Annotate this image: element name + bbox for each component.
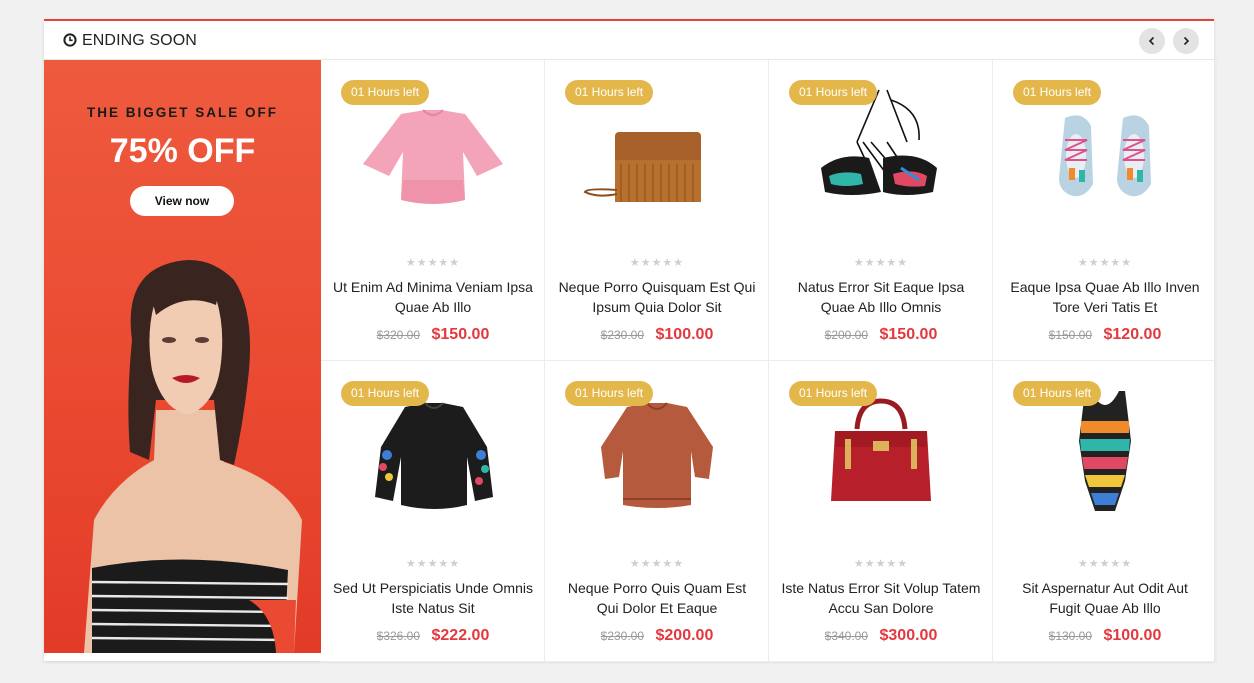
price-row: $200.00 $150.00 [769, 326, 993, 344]
promo-discount: 75% OFF [109, 132, 256, 170]
price-row: $230.00 $200.00 [545, 627, 769, 645]
time-left-badge: 01 Hours left [1013, 80, 1102, 105]
product-card[interactable]: 01 Hours left ★★★★★ Neque Porro Quis Qua… [545, 361, 769, 662]
section-title: ENDING SOON [82, 32, 197, 49]
time-left-badge: 01 Hours left [789, 381, 878, 406]
promo-banner: THE BIGGET SALE OFF 75% OFF View now [44, 60, 321, 653]
old-price: $130.00 [1048, 629, 1093, 643]
time-left-badge: 01 Hours left [565, 381, 654, 406]
sale-price: $150.00 [431, 326, 490, 343]
product-card[interactable]: 01 Hours left ★★★★★ Eaque Ipsa Quae Ab I… [993, 60, 1217, 361]
time-left-badge: 01 Hours left [789, 80, 878, 105]
rating-stars: ★★★★★ [853, 257, 909, 269]
old-price: $230.00 [600, 629, 645, 643]
rating-stars: ★★★★★ [629, 558, 685, 570]
product-name[interactable]: Iste Natus Error Sit Volup Tatem Accu Sa… [781, 578, 981, 618]
price-row: $230.00 $100.00 [545, 326, 769, 344]
product-card[interactable]: 01 Hours left ★★★★★ Natus Error Sit Eaqu… [769, 60, 993, 361]
old-price: $150.00 [1048, 328, 1093, 342]
old-price: $230.00 [600, 328, 645, 342]
section-header: ENDING SOON [44, 21, 1214, 60]
time-left-badge: 01 Hours left [341, 381, 430, 406]
product-name[interactable]: Eaque Ipsa Quae Ab Illo Inven Tore Veri … [1005, 277, 1205, 317]
time-left-badge: 01 Hours left [1013, 381, 1102, 406]
price-row: $150.00 $120.00 [993, 326, 1217, 344]
carousel-prev-button[interactable] [1139, 28, 1165, 54]
product-card[interactable]: 01 Hours left ★★★★★ Ut Enim Ad Minima Ve… [321, 60, 545, 361]
carousel-next-button[interactable] [1173, 28, 1199, 54]
product-name[interactable]: Natus Error Sit Eaque Ipsa Quae Ab Illo … [781, 277, 981, 317]
sale-price: $222.00 [431, 627, 490, 644]
rating-stars: ★★★★★ [1077, 558, 1133, 570]
rating-stars: ★★★★★ [405, 257, 461, 269]
rating-stars: ★★★★★ [405, 558, 461, 570]
rating-stars: ★★★★★ [1077, 257, 1133, 269]
promo-tagline: THE BIGGET SALE OFF [86, 105, 278, 120]
product-card[interactable]: 01 Hours left ★★★★★ Sed Ut Perspiciatis … [321, 361, 545, 662]
sale-price: $120.00 [1103, 326, 1162, 343]
time-left-badge: 01 Hours left [565, 80, 654, 105]
sale-price: $150.00 [879, 326, 938, 343]
model-photo [84, 260, 302, 653]
product-name[interactable]: Ut Enim Ad Minima Veniam Ipsa Quae Ab Il… [333, 277, 533, 317]
time-left-badge: 01 Hours left [341, 80, 430, 105]
product-name[interactable]: Sit Aspernatur Aut Odit Aut Fugit Quae A… [1005, 578, 1205, 618]
sale-price: $100.00 [655, 326, 714, 343]
old-price: $326.00 [376, 629, 421, 643]
chevron-right-icon [1183, 36, 1190, 46]
rating-stars: ★★★★★ [853, 558, 909, 570]
rating-stars: ★★★★★ [629, 257, 685, 269]
price-row: $340.00 $300.00 [769, 627, 993, 645]
product-card[interactable]: 01 Hours left ★★★★★ Iste Natus Error Sit… [769, 361, 993, 662]
old-price: $340.00 [824, 629, 869, 643]
price-row: $320.00 $150.00 [321, 326, 545, 344]
product-name[interactable]: Neque Porro Quisquam Est Qui Ipsum Quia … [557, 277, 757, 317]
sale-price: $300.00 [879, 627, 938, 644]
price-row: $130.00 $100.00 [993, 627, 1217, 645]
view-now-button[interactable]: View now [130, 186, 234, 216]
product-name[interactable]: Sed Ut Perspiciatis Unde Omnis Iste Natu… [333, 578, 533, 618]
price-row: $326.00 $222.00 [321, 627, 545, 645]
product-name[interactable]: Neque Porro Quis Quam Est Qui Dolor Et E… [557, 578, 757, 618]
sale-price: $200.00 [655, 627, 714, 644]
clock-icon [63, 33, 77, 47]
product-card[interactable]: 01 Hours left ★★★★★ Sit Aspernatur Aut O… [993, 361, 1217, 662]
product-card[interactable]: 01 Hours left ★★★★★ Neque Porro Quisquam… [545, 60, 769, 361]
sale-price: $100.00 [1103, 627, 1162, 644]
old-price: $200.00 [824, 328, 869, 342]
ending-soon-panel: ENDING SOON THE BIGGET SALE OFF 75% OFF … [44, 19, 1217, 662]
product-grid: 01 Hours left ★★★★★ Ut Enim Ad Minima Ve… [321, 60, 1217, 662]
old-price: $320.00 [376, 328, 421, 342]
chevron-left-icon [1148, 36, 1155, 46]
